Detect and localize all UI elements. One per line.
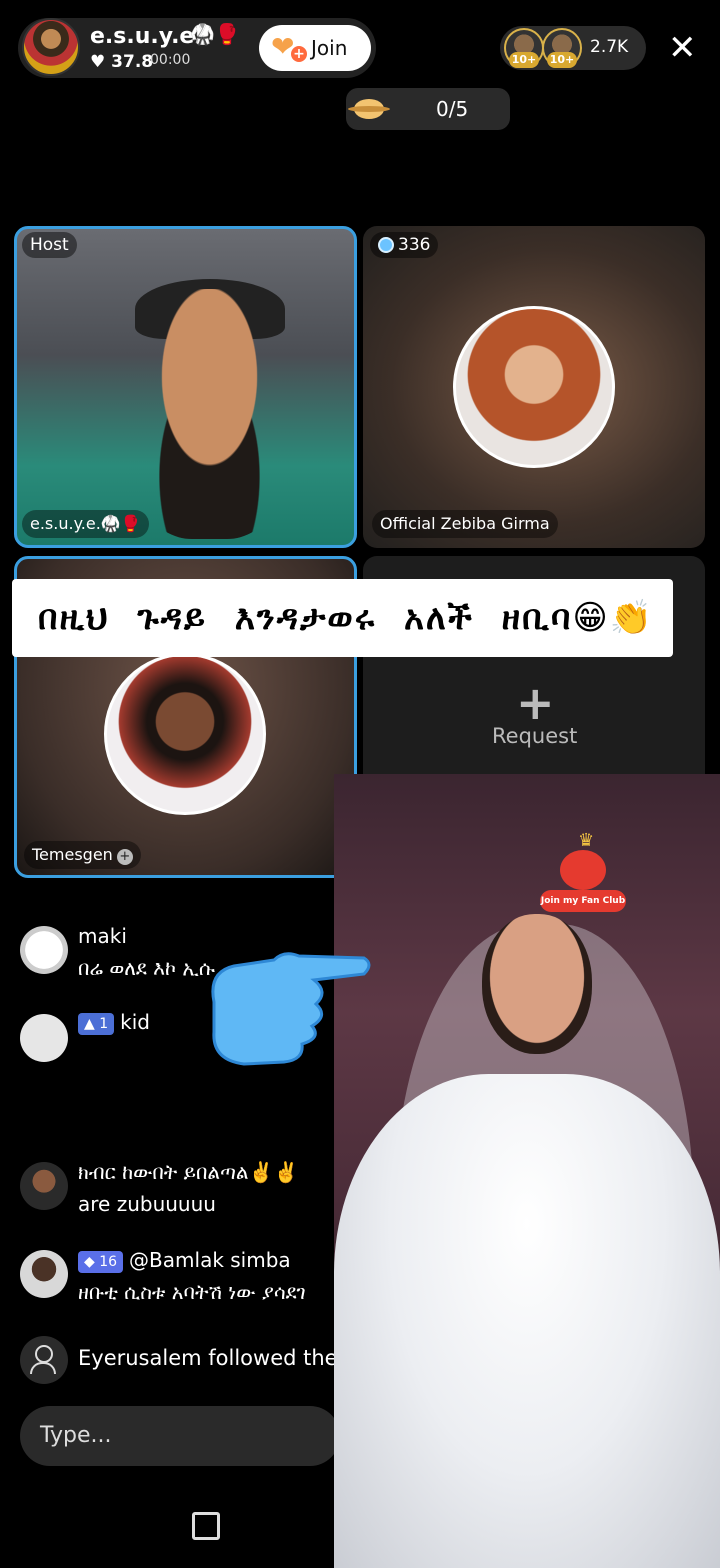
guest-avatar-temesgen[interactable] bbox=[104, 653, 266, 815]
level-badge: ▲ 1 bbox=[78, 1012, 115, 1035]
comment-avatar-maki[interactable] bbox=[20, 926, 68, 974]
host-like-count: ♥ 37.8 bbox=[90, 52, 154, 72]
comment-text-bamlak: ዘቡቲ ሲስቱ አባትሽ ነው ያሳደገ bbox=[78, 1280, 306, 1304]
fan-club-label: Join my Fan Club bbox=[540, 890, 626, 912]
bride-head bbox=[482, 914, 592, 1054]
diamond-icon bbox=[378, 237, 394, 253]
host-cell-name: e.s.u.y.e.🥋🥊 bbox=[22, 510, 149, 538]
pointing-hand-icon bbox=[211, 952, 371, 1066]
guest-name-temesgen[interactable]: Temesgen + bbox=[24, 841, 141, 869]
comment-username: kid bbox=[120, 1010, 150, 1034]
level-number: 1 bbox=[99, 1015, 109, 1032]
viewer-rank-badge-1: 10+ bbox=[509, 52, 539, 68]
guest-name-zebiba: Official Zebiba Girma bbox=[372, 510, 558, 538]
goal-progress-pill[interactable]: 0/5 bbox=[346, 88, 510, 130]
comment-text-3b: are zubuuuuu bbox=[78, 1192, 216, 1216]
live-timer: 00:00 bbox=[150, 52, 191, 68]
guest-score-value: 336 bbox=[398, 235, 431, 255]
caption-overlay: በዚህ ጉዳይ እንዳታወሩ አለች ዘቢባ😁👏 bbox=[12, 579, 673, 657]
comment-text-3a: ክብር ከውበት ይበልጣል✌️✌️ bbox=[78, 1160, 299, 1184]
guest-name-temesgen-label: Temesgen bbox=[32, 845, 113, 864]
goal-progress-text: 0/5 bbox=[436, 97, 469, 121]
host-avatar[interactable] bbox=[22, 18, 80, 76]
guest-avatar-zebiba[interactable] bbox=[453, 306, 615, 468]
close-icon[interactable]: ✕ bbox=[668, 30, 697, 66]
fan-club-sticker[interactable]: ♛ Join my Fan Club bbox=[540, 830, 626, 914]
comment-text-maki: በሬ ወለደ እኮ ኢሱ bbox=[78, 956, 215, 980]
comment-avatar-bamlak[interactable] bbox=[20, 1250, 68, 1298]
host-name: e.s.u.y.e. bbox=[90, 24, 203, 49]
bride-dress bbox=[334, 1074, 720, 1568]
fan-heart-icon bbox=[271, 30, 307, 63]
follow-plus-icon[interactable]: + bbox=[116, 849, 133, 865]
request-plus-icon[interactable]: + bbox=[516, 676, 555, 730]
level-badge: ◆ 16 bbox=[78, 1250, 124, 1273]
host-tag: Host bbox=[22, 232, 77, 258]
comment-avatar-3[interactable] bbox=[20, 1162, 68, 1210]
join-button[interactable]: Join bbox=[259, 25, 371, 71]
host-video-face bbox=[122, 289, 297, 539]
host-emoji-icons: 🥋🥊 bbox=[190, 22, 240, 46]
host-video-cell[interactable] bbox=[14, 226, 357, 548]
level-number: 16 bbox=[99, 1253, 118, 1270]
comment-user-bamlak[interactable]: ◆ 16 @Bamlak simba bbox=[78, 1248, 291, 1273]
join-label: Join bbox=[311, 36, 348, 60]
viewer-count[interactable]: 2.7K bbox=[590, 37, 628, 57]
guest-score-tag: 336 bbox=[370, 232, 439, 258]
planet-icon bbox=[348, 99, 390, 119]
comment-input[interactable]: Type... bbox=[20, 1406, 340, 1466]
fan-club-mascot-icon bbox=[560, 850, 606, 890]
square-icon[interactable] bbox=[192, 1512, 220, 1540]
comment-user-maki[interactable]: maki bbox=[78, 924, 127, 948]
request-label[interactable]: Request bbox=[492, 724, 577, 748]
comment-avatar-kid[interactable] bbox=[20, 1014, 68, 1062]
viewer-rank-badge-2: 10+ bbox=[547, 52, 577, 68]
comment-username: @Bamlak simba bbox=[129, 1248, 291, 1272]
comment-user-kid[interactable]: ▲ 1 kid bbox=[78, 1010, 150, 1035]
crown-icon: ♛ bbox=[578, 830, 595, 851]
bride-photo-overlay bbox=[334, 774, 720, 1568]
follow-person-icon bbox=[20, 1336, 68, 1384]
